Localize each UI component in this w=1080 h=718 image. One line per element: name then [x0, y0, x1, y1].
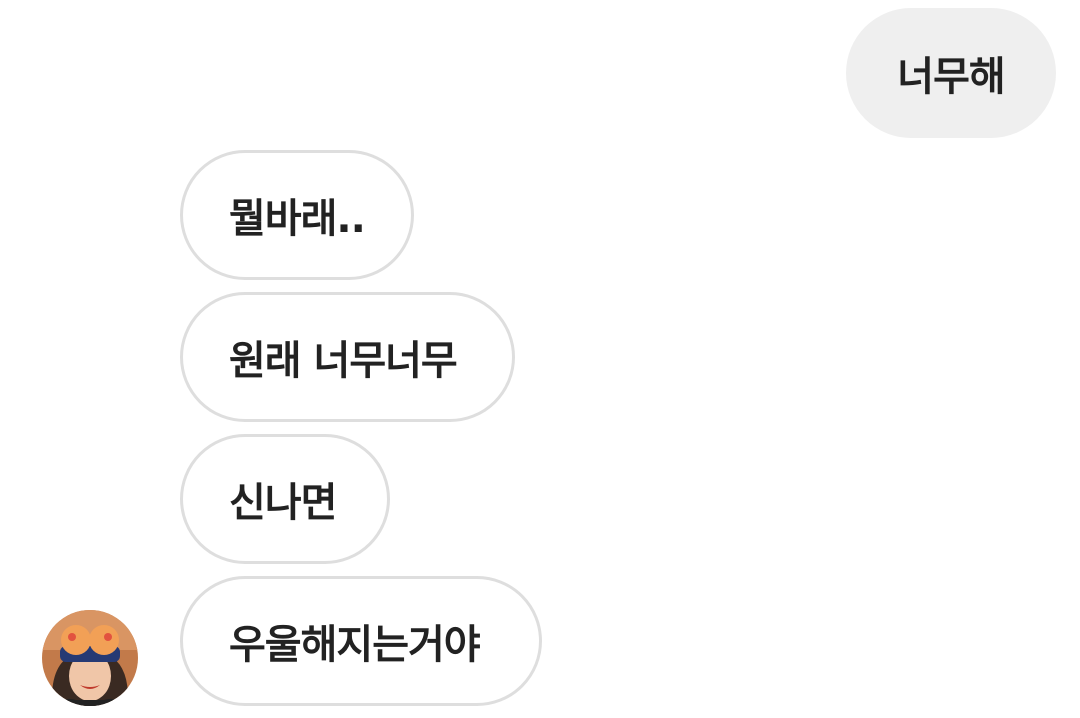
received-message-bubble[interactable]: 뭘바래..	[180, 150, 414, 280]
avatar-photo-icon	[42, 610, 138, 706]
received-message-bubble[interactable]: 신나면	[180, 434, 390, 564]
message-text: 우울해지는거야	[229, 622, 481, 668]
received-message-bubble[interactable]: 원래 너무너무	[180, 292, 515, 422]
message-text: 신나면	[229, 480, 337, 526]
message-text: 너무해	[897, 54, 1005, 100]
sent-message-bubble[interactable]: 너무해	[846, 8, 1056, 138]
sender-avatar[interactable]	[42, 610, 138, 706]
message-text: 뭘바래..	[229, 196, 366, 242]
message-text: 원래 너무너무	[229, 338, 458, 384]
received-message-bubble[interactable]: 우울해지는거야	[180, 576, 542, 706]
